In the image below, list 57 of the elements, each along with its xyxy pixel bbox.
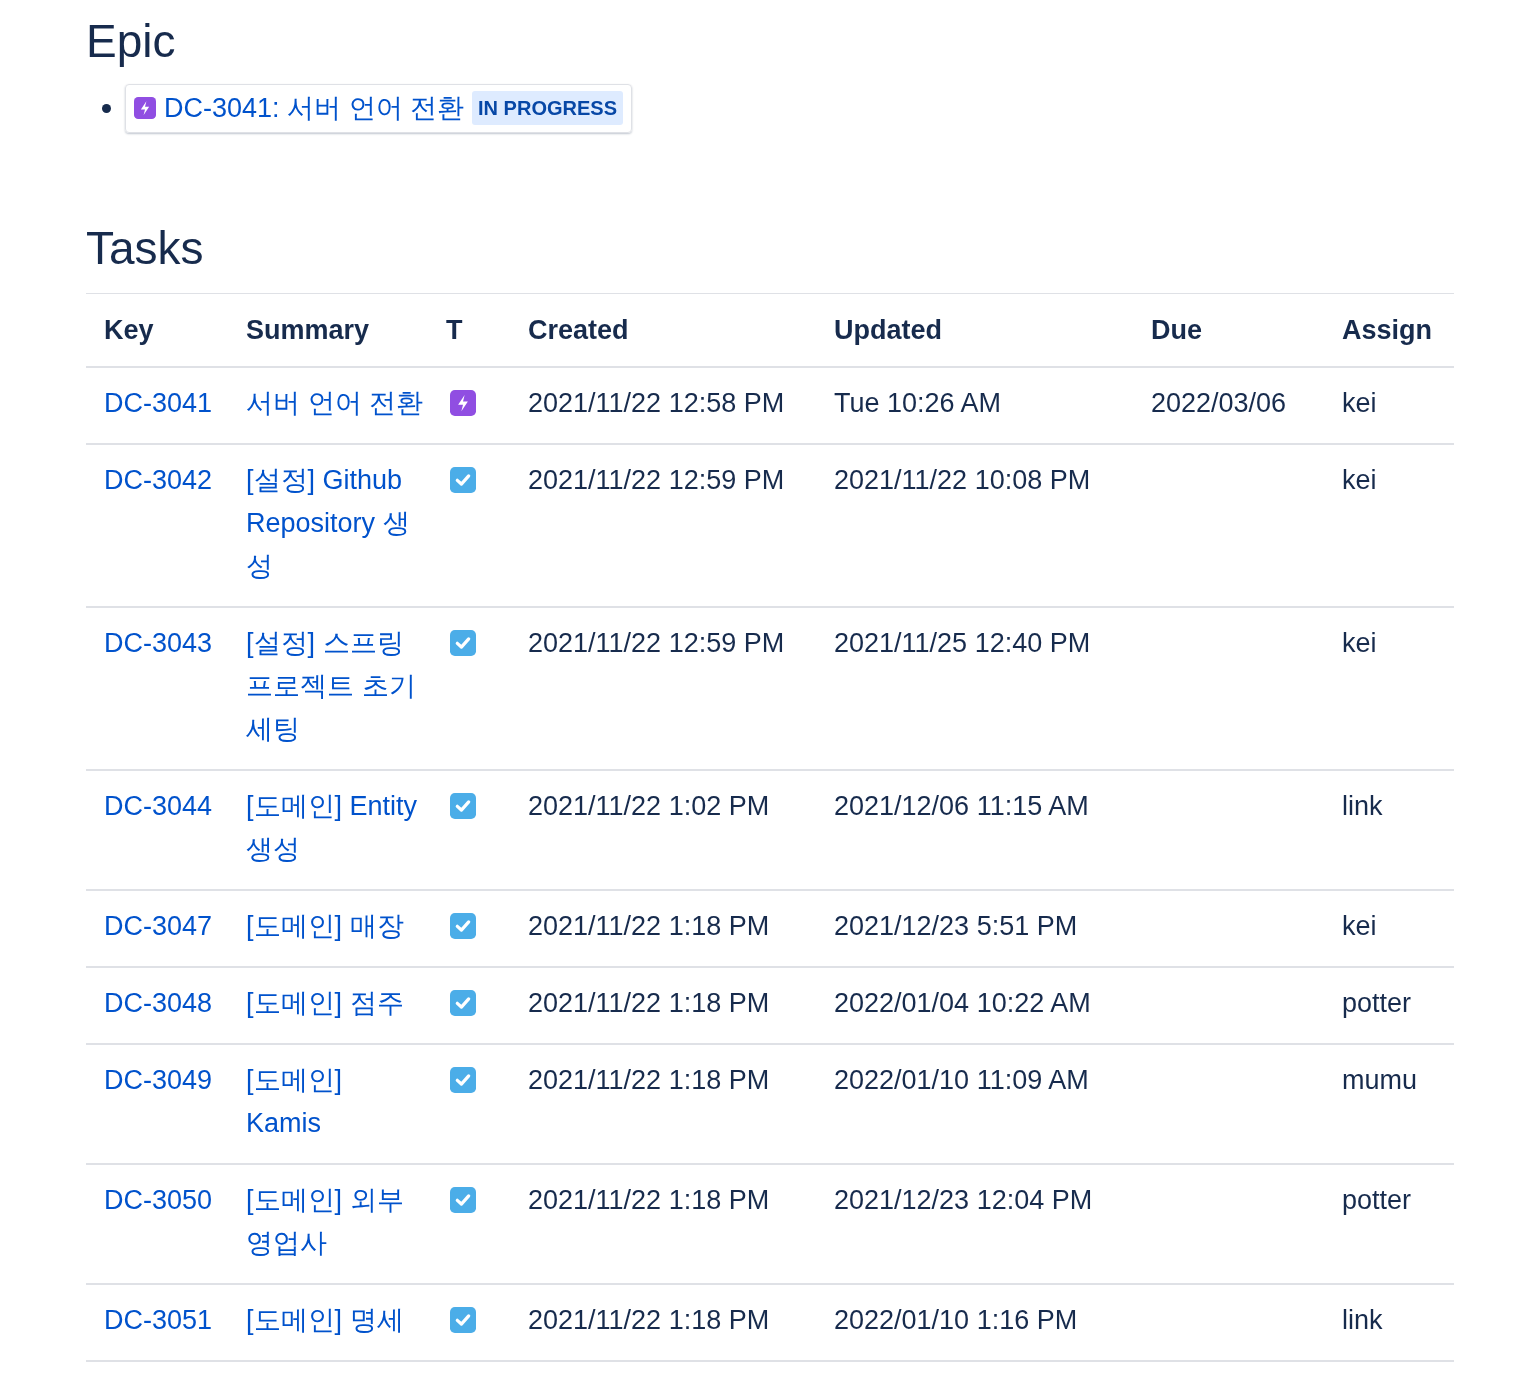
created-date: 2021/11/22 12:58 PM — [528, 388, 785, 418]
column-header: Created — [528, 314, 629, 345]
summary-link[interactable]: [설정] 스프링 프로젝트 초기 세팅 — [246, 622, 424, 751]
created-date: 2021/11/22 1:02 PM — [528, 791, 770, 821]
summary-link[interactable]: [도메인] Kamis — [246, 1059, 424, 1145]
issue-key-link[interactable]: DC-3051 — [104, 1305, 213, 1335]
assignee-name: kei — [1342, 628, 1377, 658]
issue-key-link[interactable]: DC-3050 — [104, 1185, 213, 1215]
summary-link[interactable]: [도메인] 명세 — [246, 1299, 424, 1342]
created-date: 2021/11/22 1:18 PM — [528, 1185, 770, 1215]
created-date: 2021/11/22 1:18 PM — [528, 1305, 770, 1335]
assignee-name: potter — [1342, 988, 1412, 1018]
summary-link[interactable]: [도메인] 매장 — [246, 905, 424, 948]
summary-link[interactable]: [도메인] 점주 — [246, 982, 424, 1025]
assignee-name: potter — [1342, 1185, 1412, 1215]
issue-key-link[interactable]: DC-3047 — [104, 911, 213, 941]
assignee-name: kei — [1342, 388, 1377, 418]
assignee-name: mumu — [1342, 1065, 1417, 1095]
updated-date: 2021/11/22 10:08 PM — [834, 465, 1091, 495]
column-header: Updated — [834, 314, 942, 345]
bullet-icon — [102, 103, 111, 113]
updated-date: Tue 10:26 AM — [834, 388, 1002, 418]
updated-date: 2022/01/10 11:09 AM — [834, 1065, 1089, 1095]
issue-key-link[interactable]: DC-3041 — [104, 388, 213, 418]
updated-date: 2021/12/06 11:15 AM — [834, 791, 1089, 821]
due-date: 2022/03/06 — [1151, 388, 1287, 418]
column-header: Key — [104, 314, 154, 345]
assignee-name: link — [1342, 791, 1383, 821]
summary-link[interactable]: 서버 언어 전환 — [246, 382, 424, 425]
issue-key-link[interactable]: DC-3044 — [104, 791, 213, 821]
created-date: 2021/11/22 1:18 PM — [528, 911, 770, 941]
assignee-name: kei — [1342, 465, 1377, 495]
column-header: T — [446, 314, 463, 345]
summary-link[interactable]: [설정] Github Repository 생성 — [246, 459, 424, 588]
column-header: Summary — [246, 314, 370, 345]
issue-key-link[interactable]: DC-3042 — [104, 465, 213, 495]
summary-link[interactable]: [도메인] Entity 생성 — [246, 785, 424, 871]
updated-date: 2021/12/23 12:04 PM — [834, 1185, 1093, 1215]
assignee-name: kei — [1342, 911, 1377, 941]
assignee-name: link — [1342, 1305, 1383, 1335]
updated-date: 2022/01/04 10:22 AM — [834, 988, 1091, 1018]
created-date: 2021/11/22 12:59 PM — [528, 465, 785, 495]
updated-date: 2021/11/25 12:40 PM — [834, 628, 1091, 658]
updated-date: 2021/12/23 5:51 PM — [834, 911, 1078, 941]
created-date: 2021/11/22 1:18 PM — [528, 988, 770, 1018]
issue-key-link[interactable]: DC-3049 — [104, 1065, 213, 1095]
status-lozenge: IN PROGRESS — [472, 91, 623, 126]
summary-link[interactable]: [도메인] 외부 영업사 — [246, 1179, 424, 1265]
updated-date: 2022/01/10 1:16 PM — [834, 1305, 1078, 1335]
column-header: Assign — [1342, 314, 1433, 345]
epic-link[interactable]: DC-3041: 서버 언어 전환 IN PROGRESS — [125, 84, 632, 133]
section-heading: Tasks — [86, 224, 204, 271]
created-date: 2021/11/22 12:59 PM — [528, 628, 785, 658]
issue-key-link[interactable]: DC-3043 — [104, 628, 213, 658]
created-date: 2021/11/22 1:18 PM — [528, 1065, 770, 1095]
issue-key-link[interactable]: DC-3048 — [104, 988, 213, 1018]
column-header: Due — [1151, 314, 1202, 345]
